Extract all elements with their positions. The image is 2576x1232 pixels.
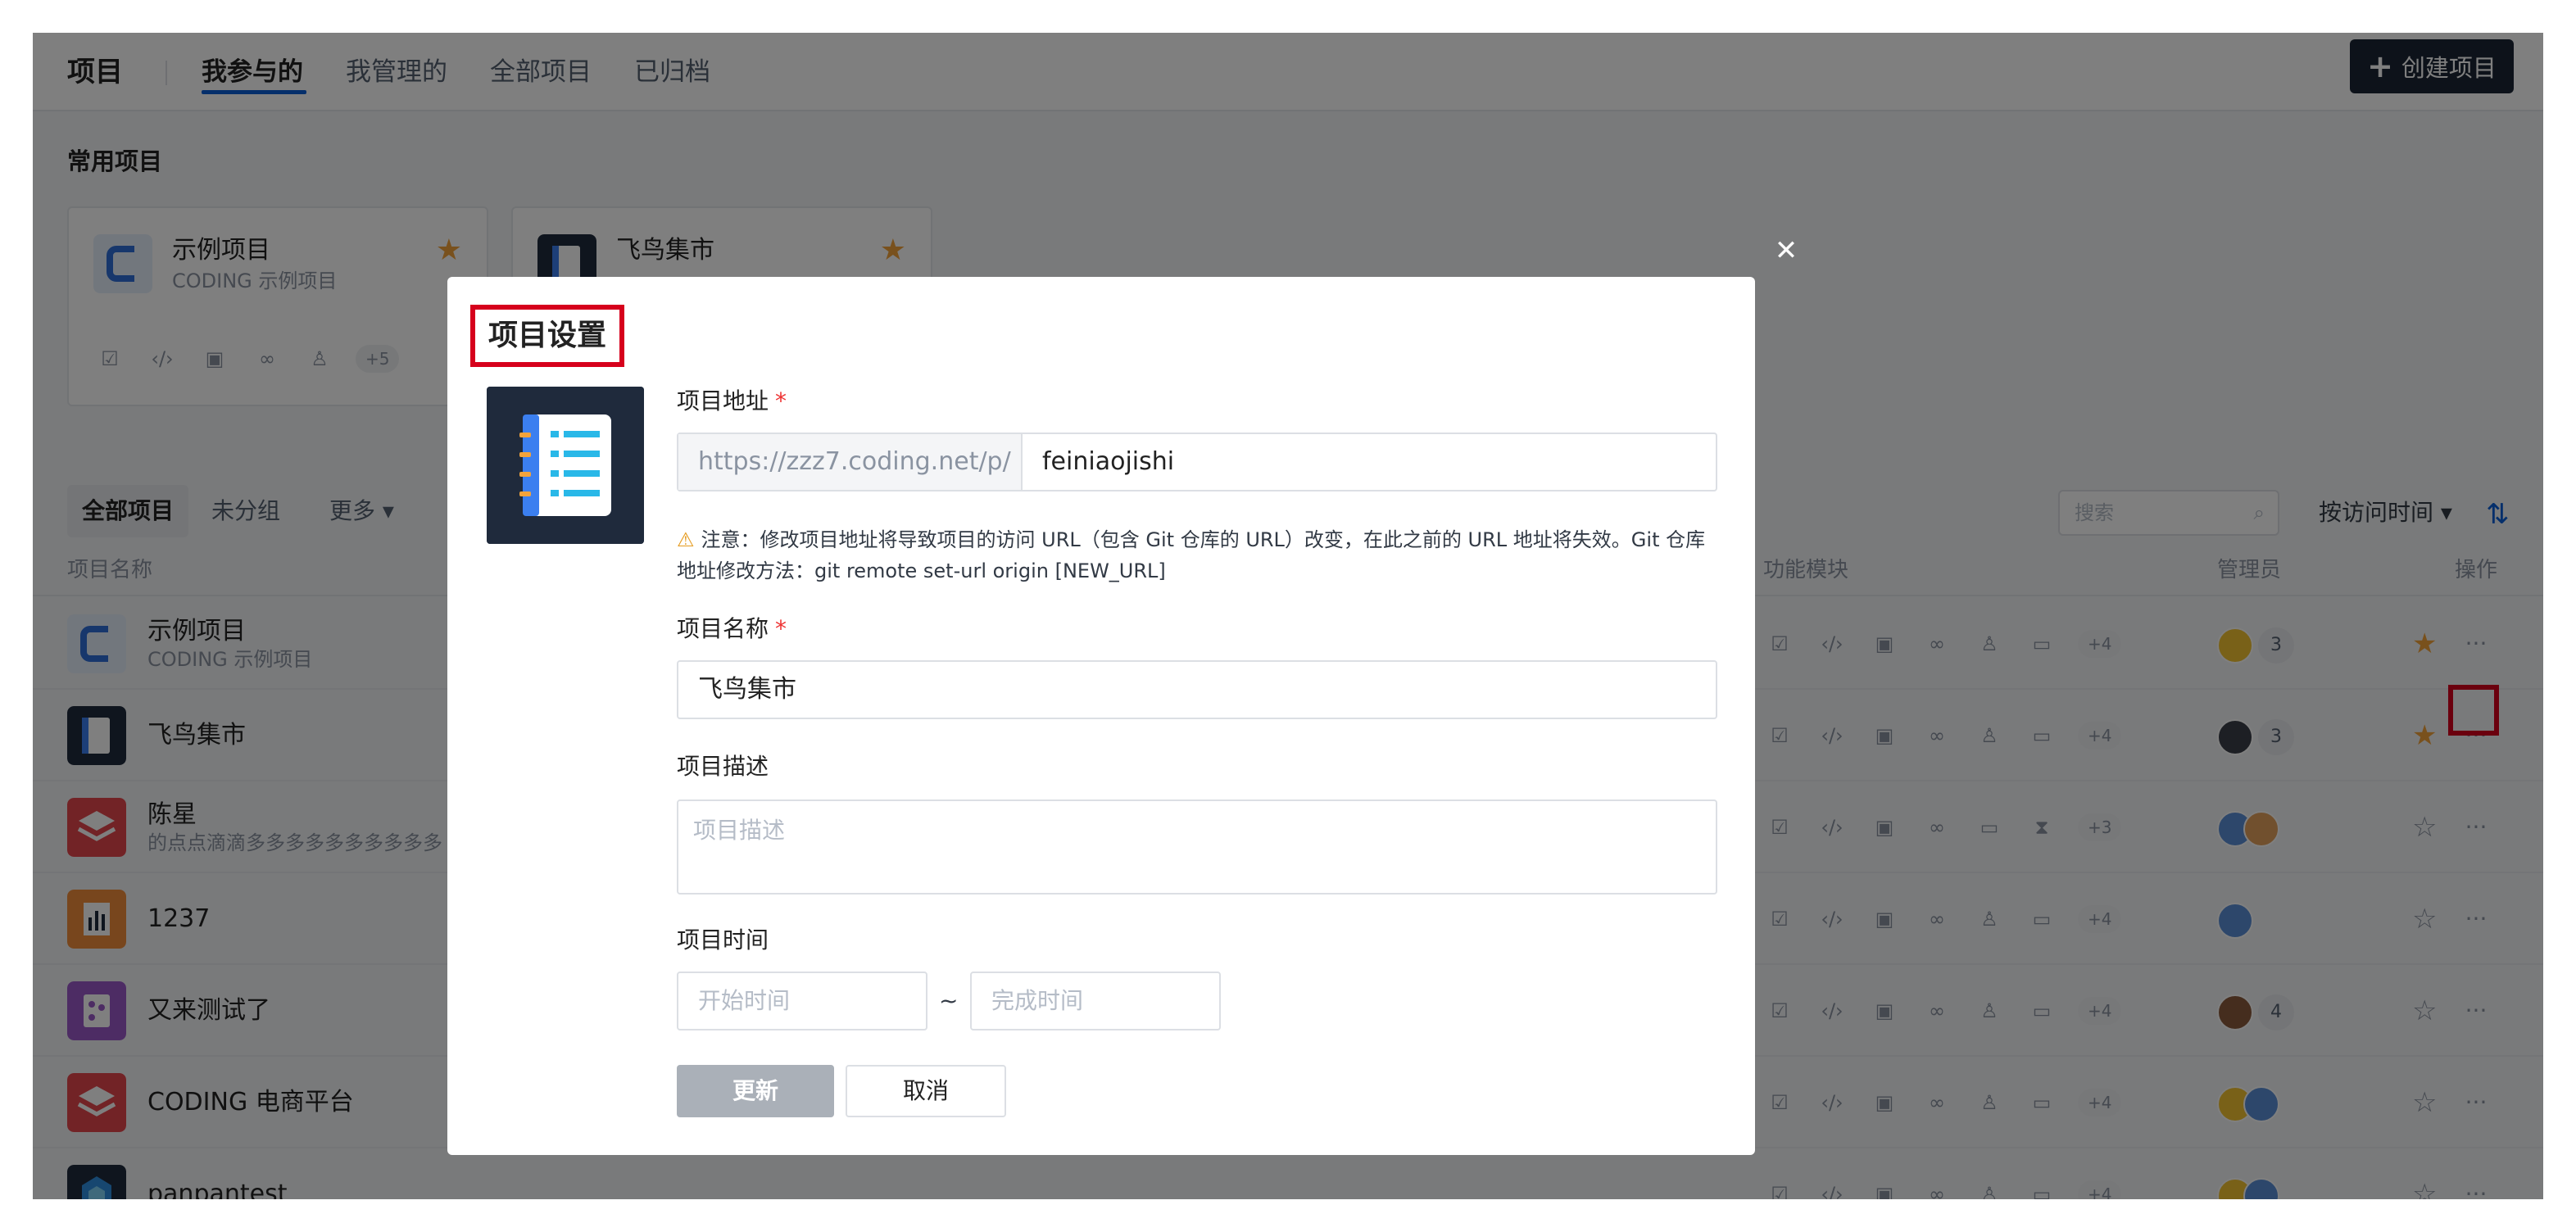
address-field: https://zzz7.coding.net/p/ feiniaojishi xyxy=(677,433,1717,491)
address-input[interactable]: feiniaojishi xyxy=(1023,434,1716,490)
name-label-text: 项目名称 xyxy=(677,615,769,642)
description-label: 项目描述 xyxy=(677,753,769,780)
project-settings-dialog: 项目设置 项目地址 * https://zzz7.coding.net/p/ fe… xyxy=(447,277,1755,1155)
project-logo-icon[interactable] xyxy=(487,387,644,544)
dialog-title: 项目设置 xyxy=(470,305,625,367)
required-mark: * xyxy=(775,615,787,642)
address-label-text: 项目地址 xyxy=(677,387,769,414)
required-mark: * xyxy=(775,387,787,414)
url-prefix: https://zzz7.coding.net/p/ xyxy=(678,434,1023,490)
name-label: 项目名称 * xyxy=(677,613,787,645)
cancel-button[interactable]: 取消 xyxy=(846,1065,1006,1117)
time-label: 项目时间 xyxy=(677,926,769,953)
description-textarea[interactable]: 项目描述 xyxy=(677,799,1717,895)
warning-icon: ⚠ xyxy=(677,528,695,551)
warning-text: 注意：修改项目地址将导致项目的访问 URL（包含 Git 仓库的 URL）改变，… xyxy=(677,528,1706,582)
start-date-input[interactable]: 开始时间 xyxy=(677,972,927,1030)
date-range-separator: ~ xyxy=(939,987,959,1014)
end-date-input[interactable]: 完成时间 xyxy=(970,972,1221,1030)
address-warning: ⚠ 注意：修改项目地址将导致项目的访问 URL（包含 Git 仓库的 URL）改变… xyxy=(677,524,1717,587)
update-button[interactable]: 更新 xyxy=(677,1065,834,1117)
project-name-input[interactable]: 飞鸟集市 xyxy=(677,660,1717,719)
close-icon[interactable]: ✕ xyxy=(1770,234,1803,267)
address-label: 项目地址 * xyxy=(677,385,787,418)
